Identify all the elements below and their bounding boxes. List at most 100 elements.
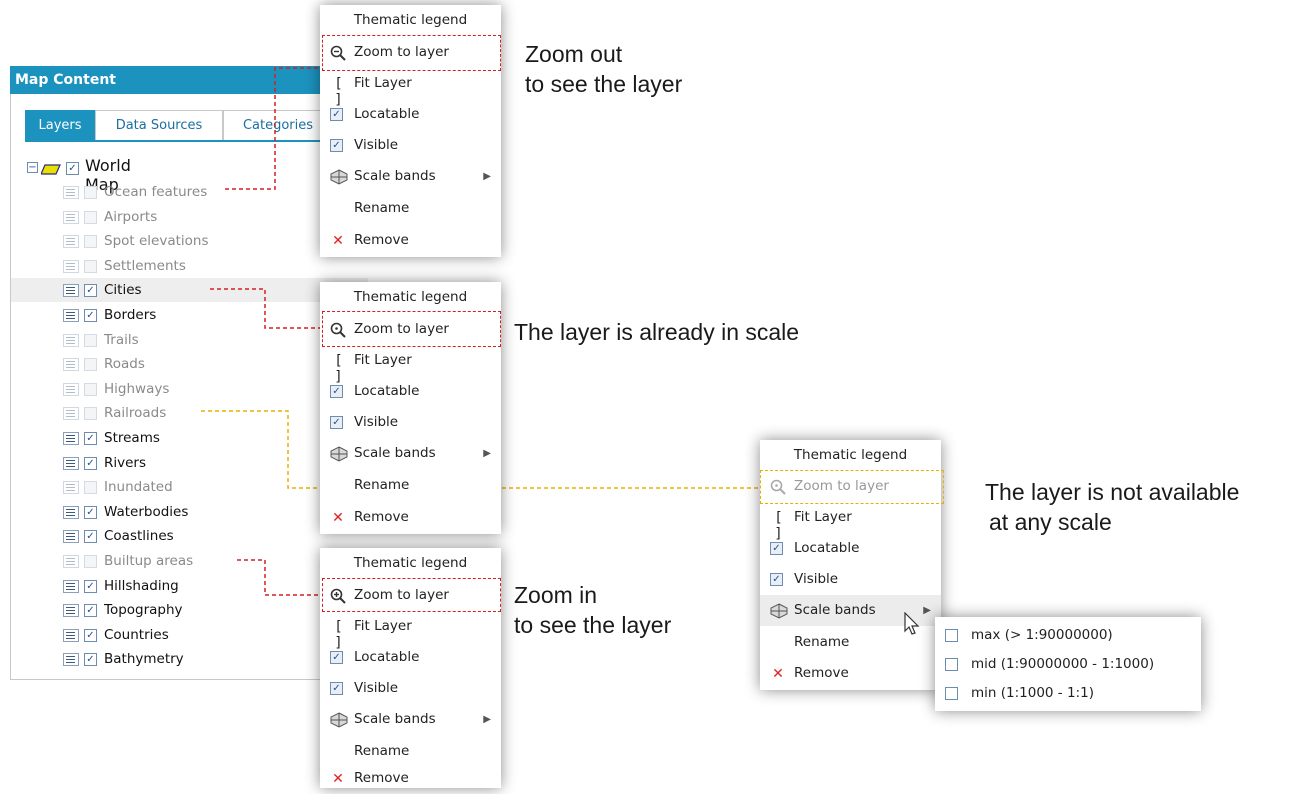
menu-visible[interactable]: ✓ Visible — [320, 407, 501, 438]
locatable-checkbox[interactable]: ✓ — [330, 108, 343, 121]
fit-layer-icon: [ ] — [334, 76, 342, 108]
menu-thematic-legend[interactable]: Thematic legend — [760, 440, 941, 471]
highlight-zoom-bottom — [322, 578, 501, 612]
submenu-arrow-icon: ▶ — [923, 605, 931, 616]
menu-remove[interactable]: ✕ Remove — [320, 763, 501, 794]
menu-item-label: Scale bands — [354, 711, 436, 727]
menu-visible[interactable]: ✓ Visible — [760, 564, 941, 595]
menu-item-label: Visible — [354, 414, 399, 430]
menu-fit-layer[interactable]: [ ] Fit Layer — [320, 611, 501, 651]
annotation-line: at any scale — [989, 509, 1112, 535]
remove-x-icon: ✕ — [332, 771, 344, 787]
menu-remove[interactable]: ✕ Remove — [320, 502, 501, 533]
menu-scale-bands[interactable]: Scale bands ▶ — [320, 438, 501, 469]
annotation-line: Zoom in — [514, 582, 598, 608]
menu-scale-bands[interactable]: Scale bands ▶ — [320, 704, 501, 735]
menu-thematic-legend[interactable]: Thematic legend — [320, 282, 501, 313]
menu-item-label: Rename — [354, 477, 410, 493]
menu-item-label: Fit Layer — [354, 352, 412, 368]
highlight-zoom-middle — [322, 311, 501, 347]
menu-remove[interactable]: ✕ Remove — [760, 658, 941, 689]
menu-locatable[interactable]: ✓ Locatable — [320, 642, 501, 673]
visible-checkbox[interactable]: ✓ — [770, 573, 783, 586]
fit-layer-icon: [ ] — [334, 619, 342, 651]
menu-item-label: Remove — [354, 770, 409, 786]
connector-cities — [210, 288, 322, 329]
scale-band-checkbox[interactable] — [945, 629, 958, 642]
annotation-line: Zoom out — [525, 41, 623, 67]
locatable-checkbox[interactable]: ✓ — [330, 385, 343, 398]
menu-thematic-legend[interactable]: Thematic legend — [320, 5, 501, 36]
scale-bands-submenu: max (> 1:90000000) mid (1:90000000 - 1:1… — [935, 617, 1201, 711]
menu-item-label: Visible — [354, 137, 399, 153]
annotation-zoom-in: Zoom in to see the layer — [514, 580, 671, 640]
scale-bands-icon — [770, 603, 788, 619]
visible-checkbox[interactable]: ✓ — [330, 416, 343, 429]
connector-builtup — [237, 559, 322, 596]
menu-fit-layer[interactable]: [ ] Fit Layer — [320, 68, 501, 108]
menu-item-label: Scale bands — [794, 602, 876, 618]
menu-fit-layer[interactable]: [ ] Fit Layer — [760, 502, 941, 542]
mouse-cursor-icon — [903, 611, 923, 638]
menu-locatable[interactable]: ✓ Locatable — [320, 376, 501, 407]
scale-band-checkbox[interactable] — [945, 687, 958, 700]
visible-checkbox[interactable]: ✓ — [330, 139, 343, 152]
annotation-line: The layer is not available — [985, 479, 1240, 505]
menu-item-label: Fit Layer — [354, 75, 412, 91]
annotation-in-scale: The layer is already in scale — [514, 317, 799, 347]
scale-band-checkbox[interactable] — [945, 658, 958, 671]
menu-item-label: Scale bands — [354, 445, 436, 461]
highlight-zoom-right — [760, 470, 944, 504]
menu-locatable[interactable]: ✓ Locatable — [320, 99, 501, 130]
annotation-line: to see the layer — [514, 612, 672, 638]
menu-item-label: Visible — [794, 571, 839, 587]
submenu-arrow-icon: ▶ — [483, 448, 491, 459]
highlight-zoom-top — [322, 35, 501, 71]
fit-layer-icon: [ ] — [334, 353, 342, 385]
menu-fit-layer[interactable]: [ ] Fit Layer — [320, 345, 501, 385]
menu-scale-bands[interactable]: Scale bands ▶ — [320, 161, 501, 192]
fit-layer-icon: [ ] — [774, 510, 782, 542]
scale-band-mid[interactable]: mid (1:90000000 - 1:1000) — [945, 650, 1195, 678]
annotation-line: The layer is already in scale — [514, 319, 800, 345]
menu-item-label: Scale bands — [354, 168, 436, 184]
locatable-checkbox[interactable]: ✓ — [770, 542, 783, 555]
scale-band-label: min (1:1000 - 1:1) — [971, 685, 1094, 701]
submenu-arrow-icon: ▶ — [483, 171, 491, 182]
menu-item-label: Locatable — [354, 649, 420, 665]
menu-item-label: Locatable — [794, 540, 860, 556]
scale-band-label: mid (1:90000000 - 1:1000) — [971, 656, 1155, 672]
menu-item-label: Visible — [354, 680, 399, 696]
menu-item-label: Locatable — [354, 106, 420, 122]
scale-bands-icon — [330, 169, 348, 185]
menu-item-label: Rename — [354, 200, 410, 216]
menu-visible[interactable]: ✓ Visible — [320, 673, 501, 704]
menu-item-label: Fit Layer — [354, 618, 412, 634]
locatable-checkbox[interactable]: ✓ — [330, 651, 343, 664]
menu-rename[interactable]: Rename — [320, 470, 501, 501]
menu-item-label: Rename — [794, 634, 850, 650]
menu-visible[interactable]: ✓ Visible — [320, 130, 501, 161]
scale-band-max[interactable]: max (> 1:90000000) — [945, 621, 1195, 649]
menu-item-label: Remove — [354, 232, 409, 248]
annotation-zoom-out: Zoom out to see the layer — [525, 39, 682, 99]
menu-remove[interactable]: ✕ Remove — [320, 225, 501, 256]
menu-item-label: Thematic legend — [353, 12, 468, 28]
menu-item-label: Thematic legend — [793, 447, 908, 463]
remove-x-icon: ✕ — [772, 666, 784, 682]
menu-item-label: Remove — [794, 665, 849, 681]
remove-x-icon: ✕ — [332, 510, 344, 526]
menu-rename[interactable]: Rename — [320, 193, 501, 224]
scale-band-min[interactable]: min (1:1000 - 1:1) — [945, 679, 1195, 707]
annotation-line: to see the layer — [525, 71, 683, 97]
menu-locatable[interactable]: ✓ Locatable — [760, 533, 941, 564]
menu-item-label: Fit Layer — [794, 509, 852, 525]
submenu-arrow-icon: ▶ — [483, 714, 491, 725]
scale-bands-icon — [330, 712, 348, 728]
menu-item-label: Thematic legend — [353, 555, 468, 571]
menu-thematic-legend[interactable]: Thematic legend — [320, 548, 501, 579]
scale-band-label: max (> 1:90000000) — [971, 627, 1113, 643]
remove-x-icon: ✕ — [332, 233, 344, 249]
menu-item-label: Thematic legend — [353, 289, 468, 305]
visible-checkbox[interactable]: ✓ — [330, 682, 343, 695]
